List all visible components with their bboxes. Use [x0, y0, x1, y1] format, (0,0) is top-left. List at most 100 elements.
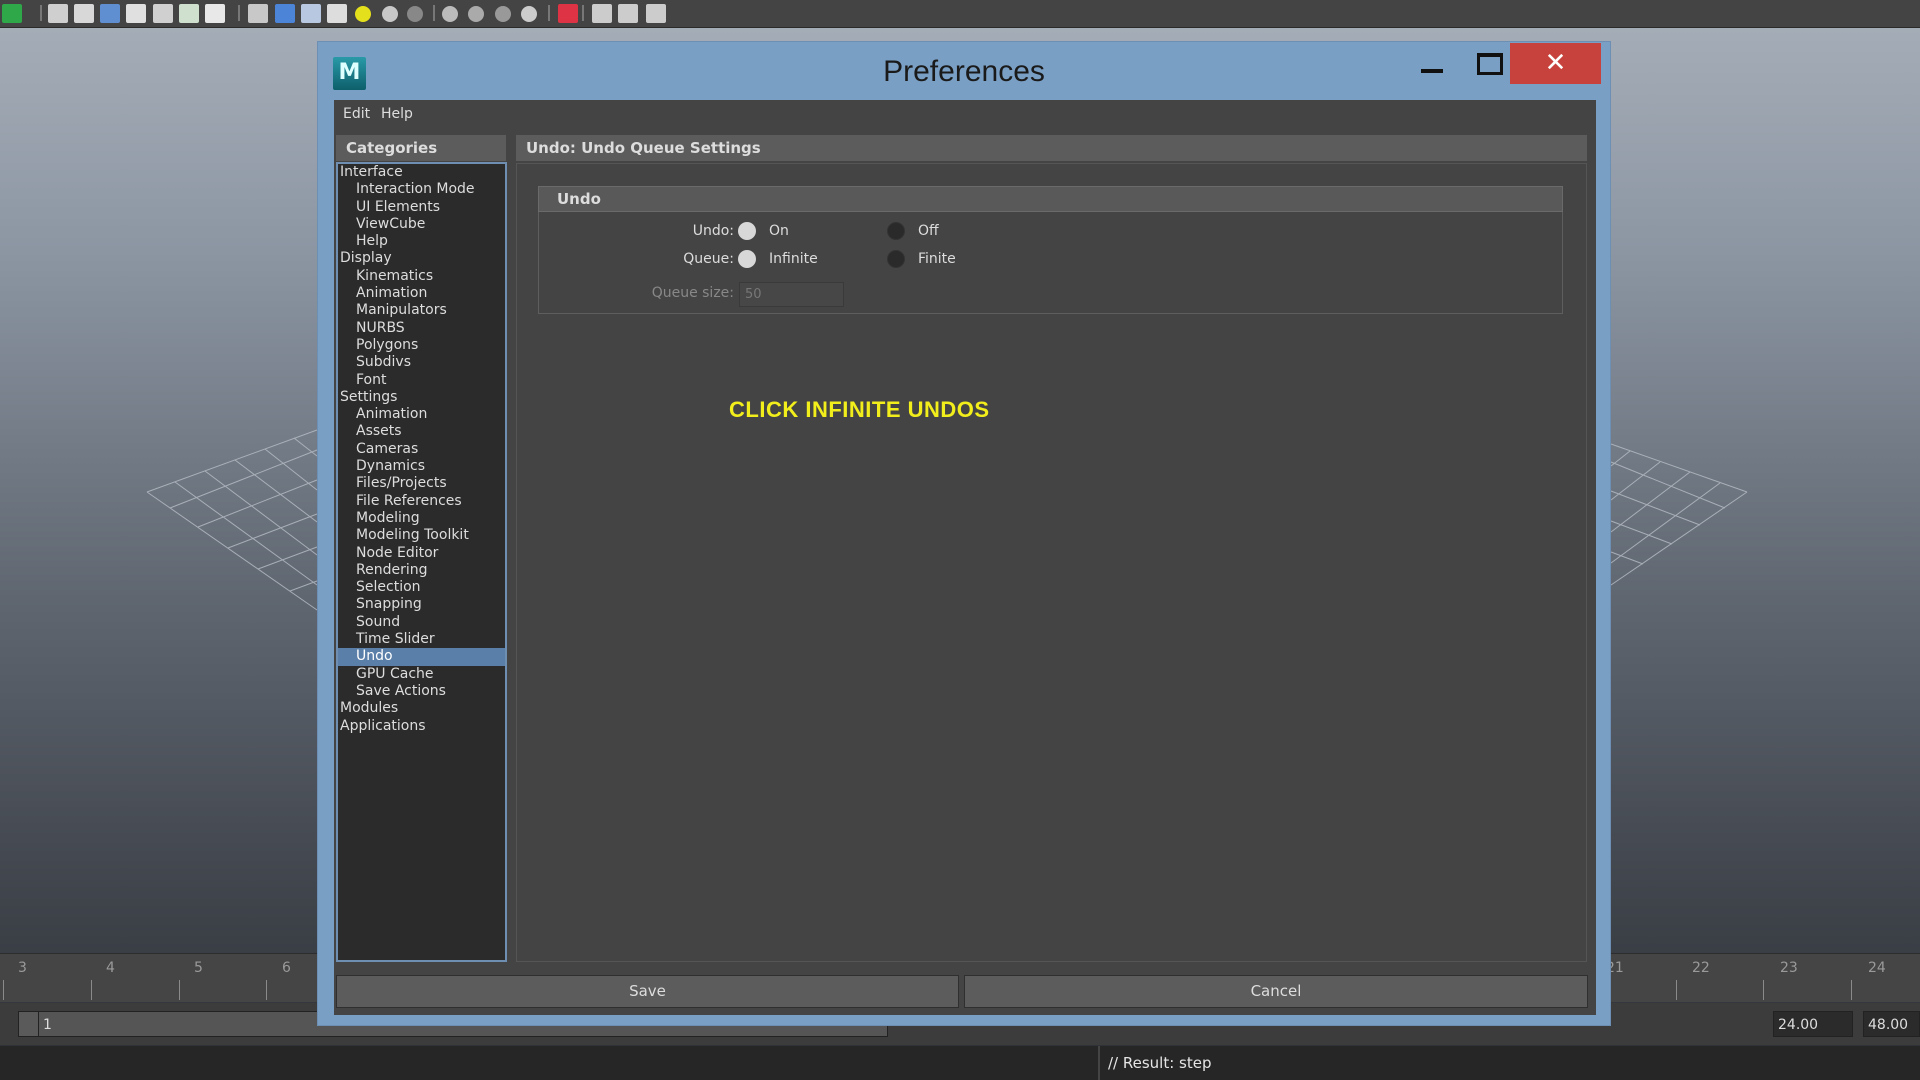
- undo-off-label[interactable]: Off: [918, 223, 939, 239]
- smooth-shade-icon[interactable]: [74, 4, 94, 23]
- animation-end-field[interactable]: 48.00: [1863, 1011, 1920, 1037]
- frame-label: 5: [194, 960, 203, 976]
- category-item-polygons[interactable]: Polygons: [338, 337, 505, 354]
- half-sphere-icon[interactable]: [495, 6, 511, 22]
- frame-tick: [266, 980, 267, 1000]
- command-result: // Result: step: [1108, 1054, 1212, 1072]
- blue-cube-icon[interactable]: [275, 4, 295, 23]
- cancel-button[interactable]: Cancel: [964, 975, 1588, 1008]
- category-item-snapping[interactable]: Snapping: [338, 596, 505, 613]
- shelf-separator: [238, 5, 240, 21]
- wireframe-icon[interactable]: [48, 4, 68, 23]
- settings-header: Undo: Undo Queue Settings: [516, 135, 1587, 161]
- command-line-divider: [1098, 1046, 1100, 1080]
- category-item-animation[interactable]: Animation: [338, 285, 505, 302]
- camera-icon[interactable]: [442, 6, 458, 22]
- queue-label: Queue:: [683, 251, 734, 267]
- categories-list[interactable]: Interface Interaction Mode UI Elements View…: [336, 162, 507, 962]
- animation-end-value: 48.00: [1868, 1017, 1909, 1033]
- queue-size-label: Queue size:: [651, 285, 734, 301]
- share-icon[interactable]: [646, 4, 666, 23]
- category-item-manipulators[interactable]: Manipulators: [338, 302, 505, 319]
- category-item-display[interactable]: Display: [338, 250, 505, 267]
- category-item-subdivs[interactable]: Subdivs: [338, 354, 505, 371]
- menu-edit[interactable]: Edit: [343, 106, 370, 122]
- shaded-icon[interactable]: [100, 4, 120, 23]
- undo-on-label[interactable]: On: [769, 223, 789, 239]
- select-tool-icon[interactable]: [558, 4, 578, 23]
- category-item-interface[interactable]: Interface: [338, 164, 505, 181]
- category-item-interaction-mode[interactable]: Interaction Mode: [338, 181, 505, 198]
- sphere-icon[interactable]: [382, 6, 398, 22]
- category-item-gpu-cache[interactable]: GPU Cache: [338, 666, 505, 683]
- frame-tick: [91, 980, 92, 1000]
- frame-tick: [1676, 980, 1677, 1000]
- category-item-modeling[interactable]: Modeling: [338, 510, 505, 527]
- queue-size-input[interactable]: 50: [739, 282, 844, 307]
- category-item-cameras[interactable]: Cameras: [338, 441, 505, 458]
- duplicate-icon[interactable]: [618, 4, 638, 23]
- queue-finite-label[interactable]: Finite: [918, 251, 956, 267]
- category-item-modeling-toolkit[interactable]: Modeling Toolkit: [338, 527, 505, 544]
- shelf-separator: [40, 5, 42, 21]
- command-line[interactable]: // Result: step: [0, 1046, 1920, 1080]
- category-item-save-actions[interactable]: Save Actions: [338, 683, 505, 700]
- minimize-button[interactable]: [1408, 42, 1458, 84]
- save-button[interactable]: Save: [336, 975, 959, 1008]
- category-item-rendering[interactable]: Rendering: [338, 562, 505, 579]
- category-item-time-slider[interactable]: Time Slider: [338, 631, 505, 648]
- yellow-light-icon[interactable]: [355, 6, 371, 22]
- category-item-modules[interactable]: Modules: [338, 700, 505, 717]
- queue-finite-radio[interactable]: [887, 250, 905, 268]
- category-item-animation[interactable]: Animation: [338, 406, 505, 423]
- range-end-field[interactable]: 24.00: [1773, 1011, 1853, 1037]
- textured-icon[interactable]: [126, 4, 146, 23]
- close-button[interactable]: ✕: [1510, 43, 1601, 84]
- menu-bar: Edit Help: [334, 100, 1596, 130]
- category-item-ui-elements[interactable]: UI Elements: [338, 199, 505, 216]
- category-item-selection[interactable]: Selection: [338, 579, 505, 596]
- preferences-dialog: M Preferences ✕ Edit Help Categories Int…: [317, 41, 1611, 1026]
- category-item-font[interactable]: Font: [338, 372, 505, 389]
- wire-cube-icon[interactable]: [301, 4, 321, 23]
- shelf-separator: [582, 5, 584, 21]
- frame-label: 23: [1780, 960, 1798, 976]
- frame-tick: [1851, 980, 1852, 1000]
- frame-label: 6: [282, 960, 291, 976]
- lens-icon[interactable]: [468, 6, 484, 22]
- category-item-settings[interactable]: Settings: [338, 389, 505, 406]
- undo-on-radio[interactable]: [738, 222, 756, 240]
- category-item-kinematics[interactable]: Kinematics: [338, 268, 505, 285]
- maya-logo-icon[interactable]: [2, 4, 22, 23]
- category-item-applications[interactable]: Applications: [338, 718, 505, 735]
- uv-icon[interactable]: [179, 4, 199, 23]
- category-item-files-projects[interactable]: Files/Projects: [338, 475, 505, 492]
- title-bar[interactable]: M Preferences ✕: [318, 42, 1610, 100]
- xray-icon[interactable]: [153, 4, 173, 23]
- category-item-sound[interactable]: Sound: [338, 614, 505, 631]
- undo-off-radio[interactable]: [887, 222, 905, 240]
- category-item-dynamics[interactable]: Dynamics: [338, 458, 505, 475]
- dark-sphere-icon[interactable]: [407, 6, 423, 22]
- queue-infinite-label[interactable]: Infinite: [769, 251, 818, 267]
- category-item-viewcube[interactable]: ViewCube: [338, 216, 505, 233]
- queue-infinite-radio[interactable]: [738, 250, 756, 268]
- category-item-nurbs[interactable]: NURBS: [338, 320, 505, 337]
- cube-icon[interactable]: [248, 4, 268, 23]
- category-item-assets[interactable]: Assets: [338, 423, 505, 440]
- box-icon[interactable]: [592, 4, 612, 23]
- undo-frame-header[interactable]: Undo: [538, 186, 1563, 212]
- category-item-file-references[interactable]: File References: [338, 493, 505, 510]
- text-icon[interactable]: [205, 4, 225, 23]
- maximize-button[interactable]: [1464, 42, 1514, 84]
- category-item-undo[interactable]: Undo: [338, 648, 505, 666]
- category-item-help[interactable]: Help: [338, 233, 505, 250]
- gradient-icon[interactable]: [521, 6, 537, 22]
- frame-tick: [179, 980, 180, 1000]
- menu-help[interactable]: Help: [381, 106, 413, 122]
- checker-icon[interactable]: [327, 4, 347, 23]
- frame-tick: [3, 980, 4, 1000]
- frame-label: 22: [1692, 960, 1710, 976]
- category-item-node-editor[interactable]: Node Editor: [338, 545, 505, 562]
- categories-header: Categories: [336, 135, 506, 161]
